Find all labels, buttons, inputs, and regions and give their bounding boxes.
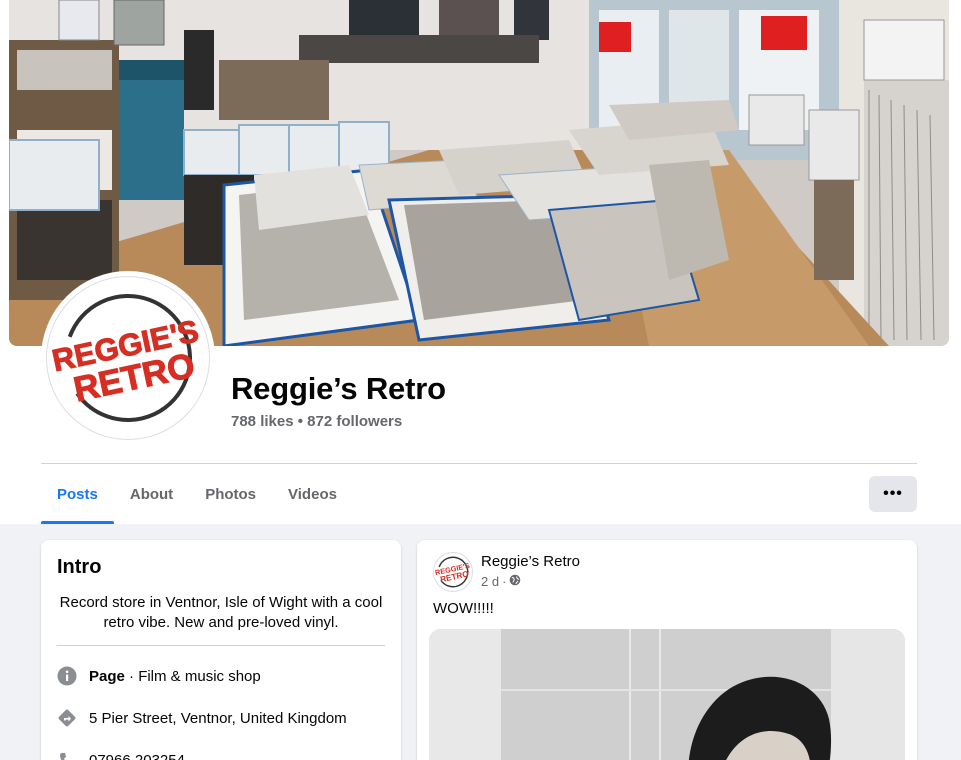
page-header: REGGIE'S RETRO Reggie’s Retro 788 likes … — [0, 0, 961, 524]
post-meta: 2 d · — [481, 574, 521, 589]
reggies-retro-logo: REGGIE'S RETRO — [46, 276, 210, 440]
page-title: Reggie’s Retro — [231, 371, 446, 406]
directions-icon — [57, 708, 77, 728]
more-options-button[interactable]: ••• — [869, 476, 917, 512]
phone-text[interactable]: 07966 203254 — [89, 752, 185, 760]
likes-count[interactable]: 788 likes — [231, 413, 294, 430]
page-category: · Film & music shop — [124, 667, 261, 685]
post-meta-separator: · — [502, 574, 507, 589]
page-type-label: Page — [89, 667, 125, 685]
post-photo — [429, 629, 905, 760]
info-row-address[interactable]: 5 Pier Street, Ventnor, United Kingdom — [57, 706, 385, 730]
post-card: REGGIE'S RETRO Reggie’s Retro 2 d · WOW!… — [417, 540, 917, 760]
tab-posts[interactable]: Posts — [41, 464, 114, 524]
intro-bio: Record store in Ventnor, Isle of Wight w… — [57, 593, 385, 646]
post-text: WOW!!!!! — [433, 600, 494, 617]
post-timestamp[interactable]: 2 d — [481, 574, 499, 589]
page-tabs: Posts About Photos Videos — [41, 464, 353, 524]
address-text[interactable]: 5 Pier Street, Ventnor, United Kingdom — [89, 710, 347, 727]
info-icon — [57, 666, 77, 686]
page-stats: 788 likes • 872 followers — [231, 413, 402, 430]
info-row-category: Page · Film & music shop — [57, 664, 385, 688]
profile-picture[interactable]: REGGIE'S RETRO — [41, 271, 215, 445]
post-author-avatar[interactable]: REGGIE'S RETRO — [433, 552, 473, 592]
phone-icon — [57, 750, 77, 760]
post-image[interactable] — [429, 629, 905, 760]
tab-about[interactable]: About — [114, 464, 189, 524]
intro-title: Intro — [57, 556, 102, 578]
post-author-name[interactable]: Reggie’s Retro — [481, 553, 580, 570]
tab-videos[interactable]: Videos — [272, 464, 353, 524]
info-row-phone[interactable]: 07966 203254 — [57, 748, 385, 760]
followers-count[interactable]: 872 followers — [307, 413, 402, 430]
stats-separator: • — [297, 413, 303, 430]
globe-icon — [509, 574, 521, 589]
tab-photos[interactable]: Photos — [189, 464, 272, 524]
intro-card: Intro Record store in Ventnor, Isle of W… — [41, 540, 401, 760]
